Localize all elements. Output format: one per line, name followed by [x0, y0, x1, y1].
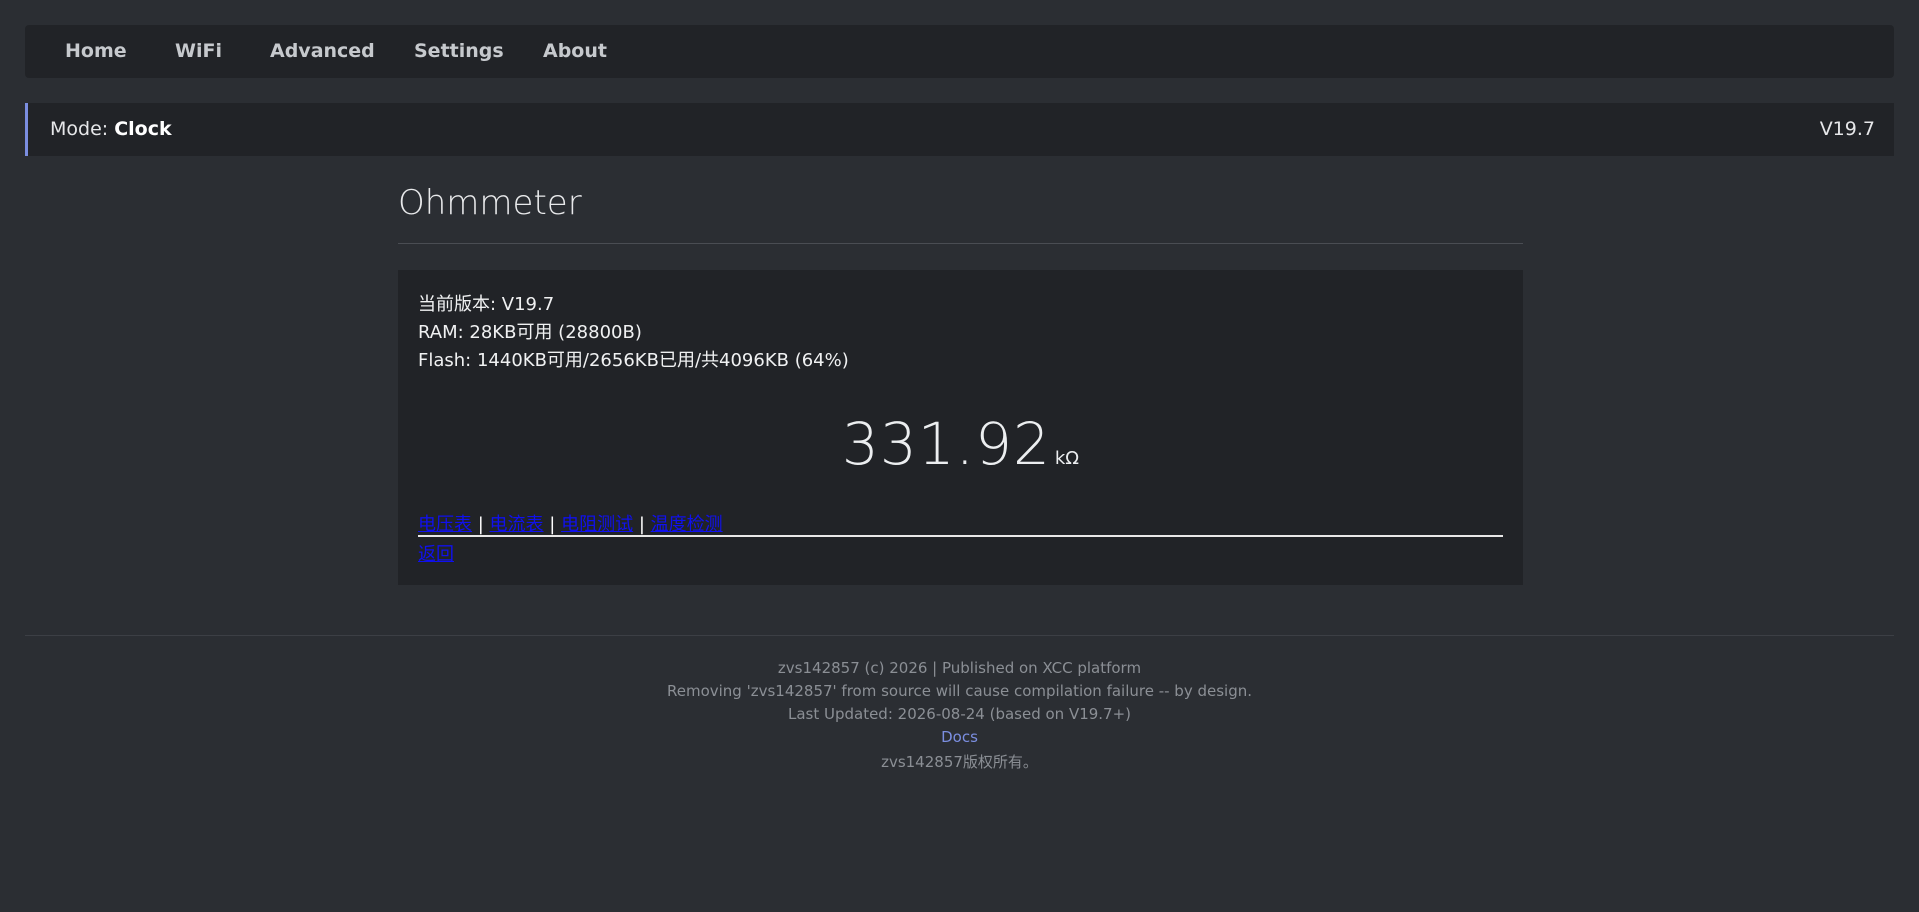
mode-label: Mode:: [50, 118, 109, 140]
firmware-version: V19.7: [1819, 118, 1875, 140]
footer-rights: zvs142857版权所有。: [881, 753, 1038, 771]
mode-indicator: Mode: Clock: [50, 103, 172, 156]
meter-links: 电压表 | 电流表 | 电阻测试 | 温度检测: [418, 510, 723, 536]
ammeter-link[interactable]: 电流表: [490, 514, 544, 535]
resistance-unit: kΩ: [1054, 448, 1080, 469]
ohmmeter-card: 当前版本: V19.7 RAM: 28KB可用 (28800B) Flash: …: [398, 270, 1523, 585]
docs-link[interactable]: Docs: [941, 728, 978, 746]
footer-copyright: zvs142857 (c) 2026 | Published on XCC pl…: [777, 659, 1142, 677]
footer-notice: Removing 'zvs142857' from source will ca…: [666, 682, 1253, 700]
resistance-test-link[interactable]: 电阻测试: [561, 514, 633, 535]
nav-wifi[interactable]: WiFi: [175, 25, 222, 78]
nav-about[interactable]: About: [543, 25, 607, 78]
flash-info: Flash: 1440KB可用/2656KB已用/共4096KB (64%): [418, 350, 849, 371]
title-divider: [398, 243, 1523, 244]
top-nav: Home WiFi Advanced Settings About: [25, 25, 1894, 78]
link-separator: |: [477, 514, 484, 535]
footer-updated: Last Updated: 2026-08-24 (based on V19.7…: [787, 705, 1132, 723]
mode-value: Clock: [114, 118, 172, 140]
nav-home[interactable]: Home: [65, 25, 127, 78]
card-divider: [418, 535, 1503, 537]
page-title: Ohmmeter: [398, 183, 582, 223]
resistance-value: 331.92: [841, 410, 1051, 478]
link-separator: |: [549, 514, 556, 535]
temperature-link[interactable]: 温度检测: [651, 514, 723, 535]
nav-advanced[interactable]: Advanced: [270, 25, 375, 78]
status-bar: Mode: Clock V19.7: [25, 103, 1894, 156]
footer-docs: Docs: [0, 728, 1919, 746]
resistance-reading: 331.92 kΩ: [398, 410, 1523, 478]
ram-info: RAM: 28KB可用 (28800B): [418, 322, 642, 343]
nav-settings[interactable]: Settings: [414, 25, 504, 78]
voltmeter-link[interactable]: 电压表: [418, 514, 472, 535]
version-info: 当前版本: V19.7: [418, 294, 555, 315]
back-link[interactable]: 返回: [418, 540, 454, 566]
footer-divider: [25, 635, 1894, 636]
link-separator: |: [638, 514, 645, 535]
